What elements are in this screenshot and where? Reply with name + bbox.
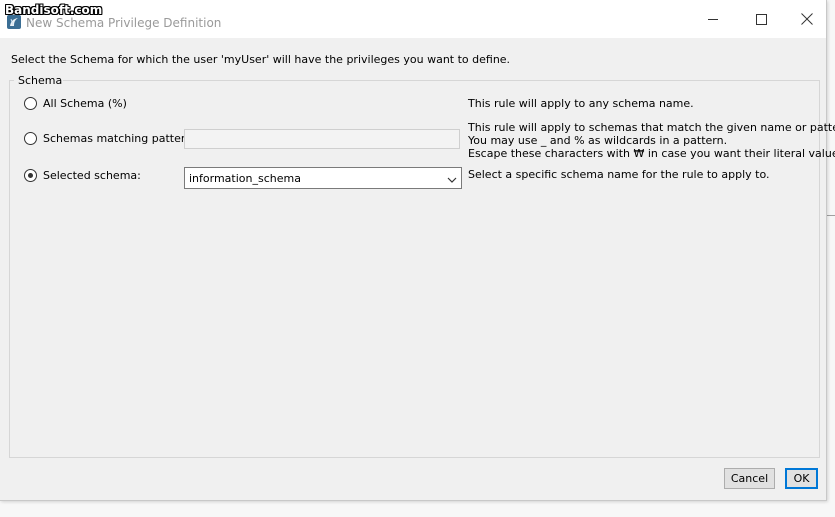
radio-selected-schema-circle[interactable] bbox=[24, 169, 37, 182]
watermark: Bandisoft.com bbox=[5, 3, 103, 17]
pattern-description-line: Escape these characters with ₩ in case y… bbox=[468, 147, 835, 160]
schema-select-value: information_schema bbox=[189, 172, 301, 185]
title-bar[interactable]: New Schema Privilege Definition Bandisof… bbox=[0, 0, 826, 38]
groupbox-legend: Schema bbox=[17, 74, 64, 87]
minimize-icon bbox=[708, 19, 718, 20]
radio-all-schema-label: All Schema (%) bbox=[43, 97, 127, 110]
pattern-description-line: This rule will apply to schemas that mat… bbox=[468, 121, 835, 134]
maximize-button[interactable] bbox=[738, 0, 784, 38]
ok-button[interactable]: OK bbox=[785, 468, 818, 489]
background-divider bbox=[827, 215, 835, 216]
groupbox-border bbox=[9, 80, 14, 81]
instruction-text: Select the Schema for which the user 'my… bbox=[11, 53, 511, 66]
all-schema-description: This rule will apply to any schema name. bbox=[468, 97, 694, 110]
radio-matching-pattern[interactable]: Schemas matching pattern: bbox=[24, 132, 196, 145]
maximize-icon bbox=[755, 13, 767, 25]
selected-schema-description: Select a specific schema name for the ru… bbox=[468, 168, 770, 181]
cancel-button[interactable]: Cancel bbox=[724, 468, 775, 489]
pattern-description: This rule will apply to schemas that mat… bbox=[468, 121, 835, 160]
pattern-input[interactable] bbox=[184, 129, 460, 149]
radio-all-schema-circle[interactable] bbox=[24, 97, 37, 110]
minimize-button[interactable] bbox=[690, 0, 736, 38]
window-title: New Schema Privilege Definition bbox=[26, 16, 222, 30]
background-window-edge bbox=[827, 0, 835, 517]
dialog-window: New Schema Privilege Definition Bandisof… bbox=[0, 0, 835, 501]
chevron-down-icon[interactable] bbox=[447, 174, 457, 187]
radio-all-schema[interactable]: All Schema (%) bbox=[24, 97, 127, 110]
close-button[interactable] bbox=[784, 0, 830, 38]
schema-select[interactable]: information_schema bbox=[184, 167, 462, 189]
close-icon bbox=[801, 13, 813, 25]
pattern-description-line: You may use _ and % as wildcards in a pa… bbox=[468, 134, 728, 147]
radio-matching-pattern-label: Schemas matching pattern: bbox=[43, 132, 196, 145]
background-window-bottom bbox=[0, 501, 835, 517]
radio-selected-schema-label: Selected schema: bbox=[43, 169, 141, 182]
radio-matching-pattern-circle[interactable] bbox=[24, 132, 37, 145]
radio-selected-schema[interactable]: Selected schema: bbox=[24, 169, 141, 182]
groupbox-border bbox=[58, 80, 819, 81]
